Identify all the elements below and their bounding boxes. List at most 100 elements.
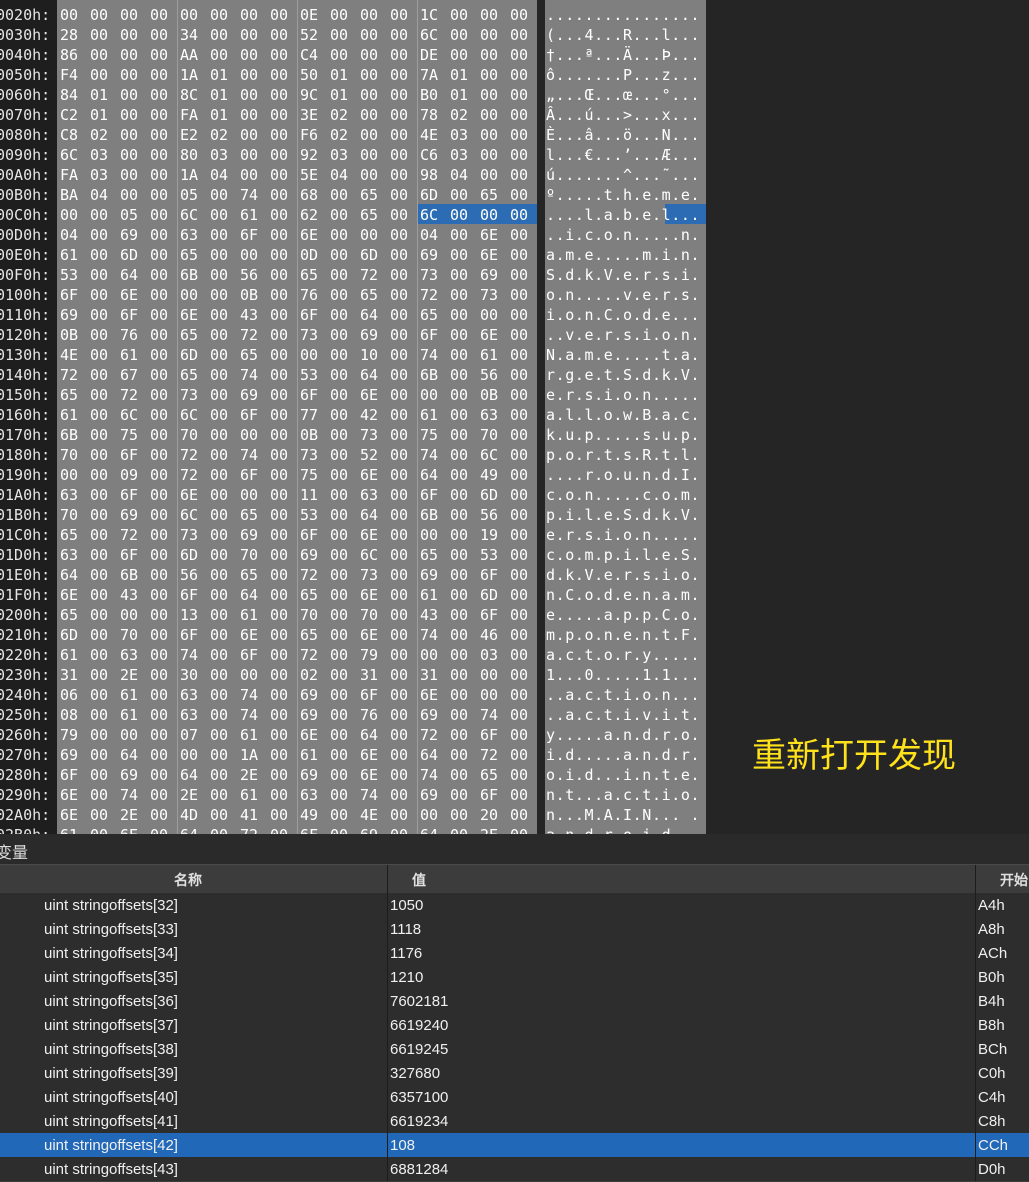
hex-byte[interactable]: 00 — [270, 106, 292, 124]
hex-byte[interactable]: 00 — [150, 226, 172, 244]
hex-byte[interactable]: 9C — [300, 86, 322, 104]
hex-byte[interactable]: 64 — [180, 826, 202, 834]
hex-byte[interactable]: 00 — [180, 6, 202, 24]
hex-byte[interactable]: 00 — [450, 286, 472, 304]
hex-byte[interactable]: 74 — [420, 766, 442, 784]
hex-byte[interactable]: 6D — [480, 586, 502, 604]
hex-byte[interactable]: 00 — [480, 206, 502, 224]
hex-byte[interactable]: 73 — [420, 266, 442, 284]
hex-byte[interactable]: 61 — [60, 826, 82, 834]
ascii-text[interactable]: l...€...’...Æ... — [546, 146, 700, 164]
hex-byte[interactable]: 00 — [270, 126, 292, 144]
hex-byte[interactable]: 00 — [450, 486, 472, 504]
hex-row[interactable]: 02B0h: 61 00 6E 00 64 00 72 00 6F 00 69 00 64 00 2E 00 a.… — [0, 824, 710, 834]
hex-byte[interactable]: 00 — [270, 426, 292, 444]
table-row[interactable]: uint stringoffsets[42] 108 CCh — [0, 1133, 1029, 1158]
hex-row[interactable]: 0140h: 72 00 67 00 65 00 74 00 53 00 64 00 6B 00 56 00 r.… — [0, 364, 710, 384]
hex-byte[interactable]: 6C — [360, 546, 382, 564]
hex-byte[interactable]: 00 — [480, 166, 502, 184]
hex-byte[interactable]: 00 — [390, 206, 412, 224]
hex-byte[interactable]: 00 — [390, 86, 412, 104]
hex-byte[interactable]: 00 — [90, 566, 112, 584]
hex-row[interactable]: 0290h: 6E 00 74 00 2E 00 61 00 63 00 74 00 69 00 6F 00 n.… — [0, 784, 710, 804]
hex-byte[interactable]: 00 — [90, 506, 112, 524]
hex-byte[interactable]: 00 — [210, 506, 232, 524]
hex-byte[interactable]: 00 — [210, 366, 232, 384]
hex-byte[interactable]: 00 — [150, 646, 172, 664]
hex-byte[interactable]: 00 — [150, 6, 172, 24]
hex-byte[interactable]: 6D — [180, 346, 202, 364]
table-row[interactable]: uint stringoffsets[40] 6357100 C4h — [0, 1085, 1029, 1110]
hex-byte[interactable]: 00 — [510, 66, 532, 84]
hex-byte[interactable]: 00 — [330, 486, 352, 504]
hex-byte[interactable]: 00 — [270, 746, 292, 764]
hex-byte[interactable]: C4 — [300, 46, 322, 64]
hex-byte[interactable]: 00 — [450, 6, 472, 24]
hex-byte[interactable]: 6E — [480, 246, 502, 264]
hex-byte[interactable]: 00 — [480, 86, 502, 104]
hex-byte[interactable]: 2E — [120, 806, 142, 824]
hex-byte[interactable]: 74 — [360, 786, 382, 804]
hex-row[interactable]: 0210h: 6D 00 70 00 6F 00 6E 00 65 00 6E 00 74 00 46 00 m.… — [0, 624, 710, 644]
hex-byte[interactable]: 00 — [300, 346, 322, 364]
hex-byte[interactable]: 00 — [90, 746, 112, 764]
column-separator[interactable] — [975, 865, 976, 893]
hex-byte[interactable]: 5E — [300, 166, 322, 184]
hex-byte[interactable]: 00 — [390, 786, 412, 804]
hex-byte[interactable]: 00 — [330, 686, 352, 704]
hex-byte[interactable]: 00 — [150, 286, 172, 304]
hex-byte[interactable]: 00 — [450, 666, 472, 684]
hex-byte[interactable]: 00 — [240, 486, 262, 504]
hex-byte[interactable]: 6D — [420, 186, 442, 204]
ascii-text[interactable]: p.o.r.t.s.R.t.l. — [546, 446, 700, 464]
hex-byte[interactable]: 00 — [270, 66, 292, 84]
hex-byte[interactable]: 73 — [360, 566, 382, 584]
hex-byte[interactable]: 6C — [120, 406, 142, 424]
hex-byte[interactable]: 04 — [330, 166, 352, 184]
hex-byte[interactable]: 6E — [180, 486, 202, 504]
hex-byte[interactable]: 65 — [240, 506, 262, 524]
hex-byte[interactable]: 00 — [270, 246, 292, 264]
hex-byte[interactable]: 6F — [120, 486, 142, 504]
hex-byte[interactable]: 65 — [360, 186, 382, 204]
hex-byte[interactable]: 00 — [390, 446, 412, 464]
hex-byte[interactable]: 09 — [120, 466, 142, 484]
hex-byte[interactable]: 00 — [360, 106, 382, 124]
hex-byte[interactable]: 19 — [480, 526, 502, 544]
ascii-text[interactable]: ..v.e.r.s.i.o.n. — [546, 326, 700, 344]
hex-row[interactable]: 01E0h: 64 00 6B 00 56 00 65 00 72 00 73 00 69 00 6F 00 d.… — [0, 564, 710, 584]
table-row[interactable]: uint stringoffsets[33] 1118 A8h — [0, 917, 1029, 942]
hex-byte[interactable]: 53 — [300, 506, 322, 524]
hex-byte[interactable]: 65 — [420, 306, 442, 324]
hex-byte[interactable]: 00 — [510, 266, 532, 284]
hex-byte[interactable]: 0B — [240, 286, 262, 304]
hex-byte[interactable]: 63 — [180, 226, 202, 244]
hex-byte[interactable]: FA — [60, 166, 82, 184]
hex-byte[interactable]: 56 — [480, 366, 502, 384]
hex-byte[interactable]: 00 — [450, 626, 472, 644]
hex-byte[interactable]: 61 — [240, 786, 262, 804]
hex-byte[interactable]: 63 — [180, 686, 202, 704]
ascii-text[interactable]: e.r.s.i.o.n..... — [546, 386, 700, 404]
hex-byte[interactable]: 70 — [240, 546, 262, 564]
hex-byte[interactable]: 01 — [90, 106, 112, 124]
hex-byte[interactable]: 00 — [150, 106, 172, 124]
hex-byte[interactable]: 00 — [480, 106, 502, 124]
hex-byte[interactable]: 00 — [210, 686, 232, 704]
hex-byte[interactable]: 00 — [150, 206, 172, 224]
hex-byte[interactable]: 00 — [210, 46, 232, 64]
hex-byte[interactable]: 6E — [60, 806, 82, 824]
hex-byte[interactable]: 74 — [420, 446, 442, 464]
ascii-text[interactable]: Â...ú...>...x... — [546, 106, 700, 124]
hex-byte[interactable]: 00 — [510, 486, 532, 504]
hex-byte[interactable]: 00 — [510, 426, 532, 444]
table-row[interactable]: uint stringoffsets[36] 7602181 B4h — [0, 989, 1029, 1014]
hex-byte[interactable]: 02 — [210, 126, 232, 144]
hex-byte[interactable]: 01 — [210, 106, 232, 124]
hex-byte[interactable]: 04 — [450, 166, 472, 184]
hex-byte[interactable]: 64 — [420, 466, 442, 484]
hex-byte[interactable]: 01 — [330, 86, 352, 104]
ascii-text[interactable]: ................ — [546, 6, 700, 24]
hex-byte[interactable]: 00 — [150, 626, 172, 644]
hex-byte[interactable]: 72 — [120, 526, 142, 544]
